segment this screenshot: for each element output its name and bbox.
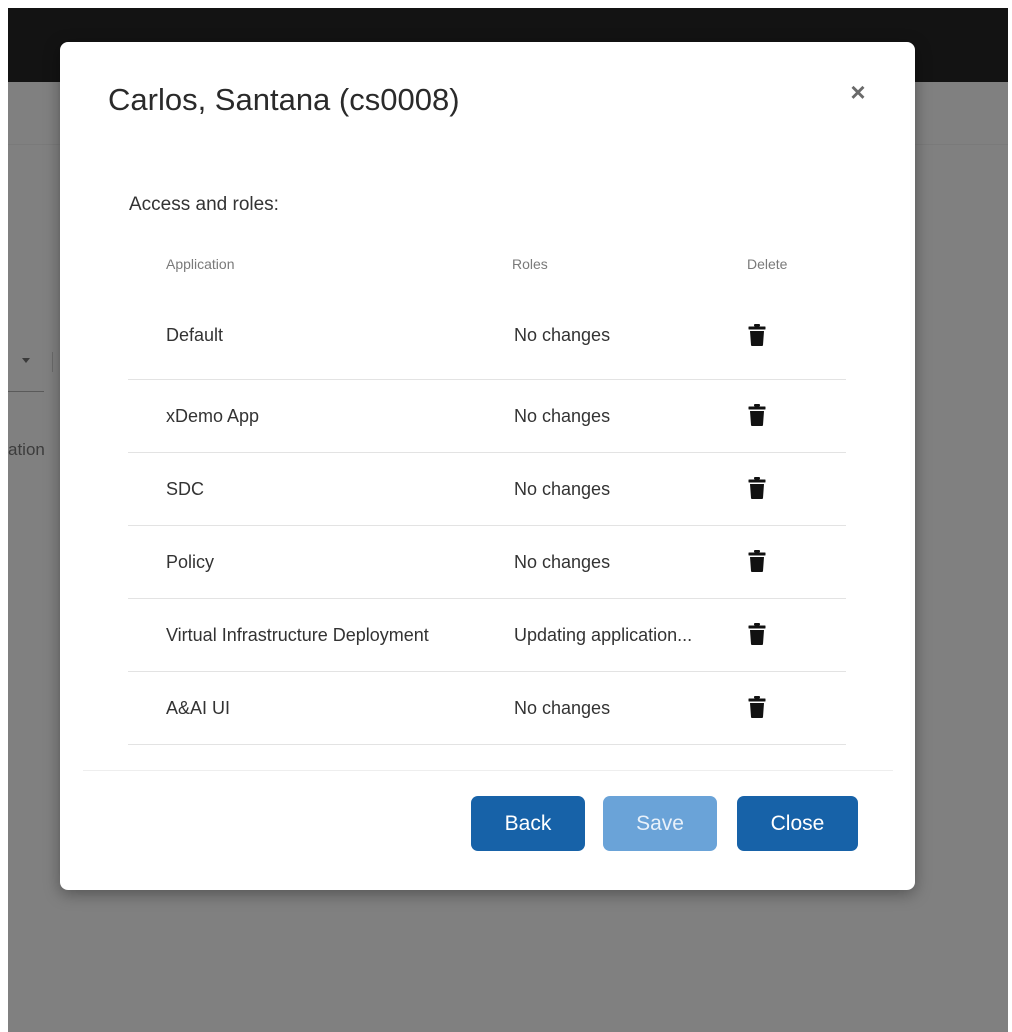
section-label: Access and roles:	[129, 194, 279, 215]
trash-icon[interactable]	[748, 324, 766, 346]
screen-edge-right	[1008, 0, 1012, 1032]
trash-icon[interactable]	[748, 477, 766, 499]
save-button[interactable]: Save	[603, 796, 717, 851]
role-status: Updating application...	[514, 625, 693, 645]
back-button[interactable]: Back	[471, 796, 585, 851]
role-status: No changes	[514, 552, 611, 572]
access-roles-table: Application Roles Delete Default No chang…	[128, 242, 846, 745]
screen-edge-left	[0, 0, 8, 1032]
background-caret-down-icon	[22, 358, 30, 363]
table-row: xDemo App No changes	[128, 380, 846, 453]
table-row: SDC No changes	[128, 453, 846, 526]
user-roles-dialog: Carlos, Santana (cs0008) × Access and ro…	[60, 42, 915, 890]
table-header: Application Roles Delete	[128, 242, 846, 289]
footer-divider	[83, 770, 893, 771]
table-row: Policy No changes	[128, 526, 846, 599]
role-status: No changes	[514, 479, 611, 499]
table-row: Default No changes	[128, 289, 846, 380]
table-row: A&AI UI No changes	[128, 672, 846, 745]
trash-icon[interactable]	[748, 550, 766, 572]
dialog-title: Carlos, Santana (cs0008)	[108, 82, 460, 117]
application-name: SDC	[166, 479, 205, 499]
background-input-underline	[8, 391, 44, 392]
close-icon[interactable]: ×	[846, 78, 870, 106]
background-partial-text: ation	[8, 440, 45, 459]
application-name: Virtual Infrastructure Deployment	[166, 625, 429, 645]
role-status: No changes	[514, 698, 611, 718]
close-button[interactable]: Close	[737, 796, 858, 851]
role-status: No changes	[514, 325, 611, 345]
application-name: A&AI UI	[166, 698, 231, 718]
application-name: Policy	[166, 552, 215, 572]
column-header-delete: Delete	[747, 256, 788, 272]
trash-icon[interactable]	[748, 623, 766, 645]
application-name: Default	[166, 325, 224, 345]
trash-icon[interactable]	[748, 696, 766, 718]
background-separator	[52, 352, 53, 372]
column-header-application: Application	[166, 256, 235, 272]
column-header-roles: Roles	[512, 256, 548, 272]
role-status: No changes	[514, 406, 611, 426]
screen-edge-top	[0, 0, 1012, 8]
table-row: Virtual Infrastructure Deployment Updatin…	[128, 599, 846, 672]
trash-icon[interactable]	[748, 404, 766, 426]
application-name: xDemo App	[166, 406, 260, 426]
